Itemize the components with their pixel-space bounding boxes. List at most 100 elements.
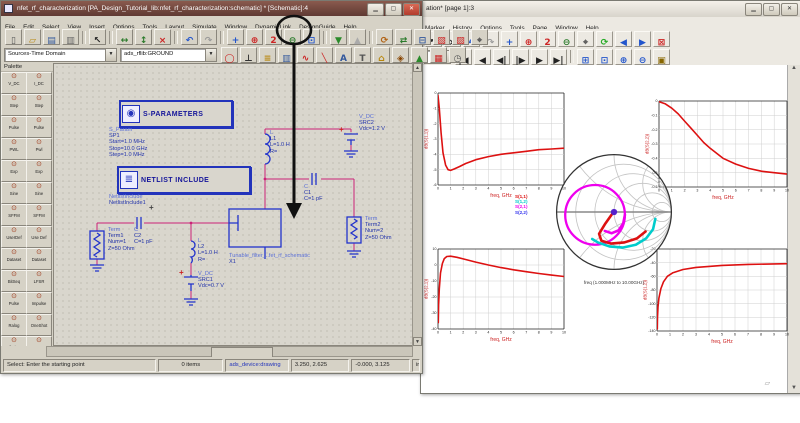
palette-item-v-dc[interactable]: ⊙V_DC: [1, 72, 27, 94]
page-next2-button[interactable]: |▶: [512, 49, 529, 65]
rotate-button[interactable]: ⟳: [376, 29, 393, 45]
zoom-out-button[interactable]: ⊖: [558, 31, 575, 47]
schematic-titlebar[interactable]: nfet_rf_characterization [PA_Design_Tuto…: [1, 1, 422, 16]
data-display-titlebar[interactable]: ation* [page 1]:3 ▁ ▢ ✕: [421, 1, 800, 18]
minimize-button[interactable]: ▁: [745, 3, 762, 16]
close-button[interactable]: ✕: [403, 3, 420, 16]
palette-item-sine[interactable]: ⊙Sine: [26, 182, 52, 204]
palette-item-pwl[interactable]: ⊙PWL: [1, 138, 27, 160]
palette-item-bitseq[interactable]: ⊙BitSeq: [1, 270, 27, 292]
view-all-button[interactable]: ⊞: [577, 49, 594, 65]
pan-button[interactable]: +: [227, 29, 244, 45]
palette-item-use-def[interactable]: ⊙Use Def: [26, 226, 52, 248]
palette-item-sffm[interactable]: ⊙SFFM: [1, 204, 27, 226]
palette-item-lfsr[interactable]: ⊙LFSR: [26, 270, 52, 292]
palette-item-step[interactable]: ⊙Step: [1, 94, 27, 116]
schematic-canvas[interactable]: [53, 63, 413, 346]
undo-button[interactable]: ↶: [181, 29, 198, 45]
canvas-vscrollbar[interactable]: ▲▼: [412, 63, 422, 346]
page-next-button[interactable]: ▶: [531, 49, 548, 65]
back-button[interactable]: ◀: [615, 31, 632, 47]
palette-item-impulse[interactable]: ⊙Impulse: [26, 292, 52, 314]
svg-text:freq, GHz: freq, GHz: [711, 339, 733, 345]
maximize-button[interactable]: ▢: [763, 3, 780, 16]
smith-legend: S(1,1)S(1,2)S(2,1)S(2,2): [515, 194, 528, 215]
palette-item-vtprbs[interactable]: ⊙VtPRBS: [26, 336, 52, 346]
palette-item-pwl[interactable]: ⊙Pwl: [26, 138, 52, 160]
palette-item-exp[interactable]: ⊙Exp: [26, 160, 52, 182]
restore-button[interactable]: ▨: [452, 29, 469, 45]
deactivate-button[interactable]: ▧: [433, 29, 450, 45]
mirror-button[interactable]: ⇄: [395, 29, 412, 45]
palette-item-exp[interactable]: ⊙Exp: [1, 160, 27, 182]
page-last-button[interactable]: ▶|: [550, 49, 567, 65]
print-button[interactable]: ▥: [62, 29, 79, 45]
fit-horizontal-button[interactable]: ↔: [116, 29, 133, 45]
var-button[interactable]: ≡: [259, 47, 276, 63]
save-design-button[interactable]: ▤: [43, 29, 60, 45]
zoom-magnifier-button[interactable]: ⌖: [471, 29, 488, 45]
zoom-point-button[interactable]: ⊕: [520, 31, 537, 47]
new-design-button[interactable]: ▯: [5, 29, 22, 45]
max-button[interactable]: ▦: [430, 47, 447, 63]
vtest-button[interactable]: ▲: [411, 47, 428, 63]
hierarchy-button[interactable]: ⊟: [414, 29, 431, 45]
maximize-button[interactable]: ▢: [385, 3, 402, 16]
palette-item-i-dc[interactable]: ⊙I_DC: [26, 72, 52, 94]
zoom-point-button[interactable]: ⊕: [246, 29, 263, 45]
palette-item-step[interactable]: ⊙Step: [26, 94, 52, 116]
refresh-button[interactable]: ⟳: [596, 31, 613, 47]
page-prev2-button[interactable]: ◀|: [493, 49, 510, 65]
wire-label-button[interactable]: A: [335, 47, 352, 63]
fit-vertical-button[interactable]: ↕: [135, 29, 152, 45]
palette-item-pulse[interactable]: ⊙Pulse: [1, 116, 27, 138]
palette-item-sine[interactable]: ⊙Sine: [1, 182, 27, 204]
zoom-out-x2-button[interactable]: ⊖: [284, 29, 301, 45]
pointer-button[interactable]: ↖: [89, 29, 106, 45]
component-history-dropdown[interactable]: ads_rflib:GROUND ▼: [120, 48, 217, 62]
palette-item-userdef[interactable]: ⊙UserDef: [1, 226, 27, 248]
palette-item-dataset[interactable]: ⊙Dataset: [26, 248, 52, 270]
r-l-button[interactable]: ∿: [297, 47, 314, 63]
view-in-button[interactable]: ⊕: [615, 49, 632, 65]
close-window-button[interactable]: ⊠: [653, 31, 670, 47]
palette-item-pulse[interactable]: ⊙Pulse: [1, 292, 27, 314]
view-out-button[interactable]: ⊖: [634, 49, 651, 65]
palette-item-dataset[interactable]: ⊙Dataset: [1, 248, 27, 270]
redo-button[interactable]: ↷: [200, 29, 217, 45]
clock-button[interactable]: ◷: [449, 47, 466, 63]
delete-button[interactable]: ×: [154, 29, 171, 45]
view-area-button[interactable]: ⊡: [596, 49, 613, 65]
palette-item-oneshot[interactable]: ⊙OneShot: [26, 314, 52, 336]
page-setup-button[interactable]: ▣: [653, 49, 670, 65]
zoom-area-button[interactable]: ⊡: [303, 29, 320, 45]
zoom-in-x2-button[interactable]: 2: [539, 31, 556, 47]
palette-item-pulse[interactable]: ⊙Pulse: [26, 116, 52, 138]
text-button[interactable]: T: [354, 47, 371, 63]
s-parameters-block[interactable]: ◉ S-PARAMETERS: [119, 100, 233, 128]
forward-button[interactable]: ▶: [634, 31, 651, 47]
minimize-button[interactable]: ▁: [367, 3, 384, 16]
port-button[interactable]: ◯: [221, 47, 238, 63]
zoom-in-x2-button[interactable]: 2: [265, 29, 282, 45]
svg-text:-40: -40: [431, 327, 436, 331]
display-template-button[interactable]: ▥: [278, 47, 295, 63]
netlist-include-block[interactable]: ≣ NETLIST INCLUDE: [117, 166, 251, 194]
stop-simulation-button[interactable]: ▲: [349, 29, 366, 45]
palette-category-dropdown[interactable]: Sources-Time Domain ▼: [4, 48, 117, 62]
palette-button[interactable]: ◈: [392, 47, 409, 63]
zoom-area-button[interactable]: ⌖: [577, 31, 594, 47]
pan-button[interactable]: +: [501, 31, 518, 47]
wire-button[interactable]: ╲: [316, 47, 333, 63]
library-button[interactable]: ⌂: [373, 47, 390, 63]
palette-item-ralog[interactable]: ⊙Ralog: [1, 314, 27, 336]
palette-item-clkjitter[interactable]: ⊙ClkJitter: [1, 336, 27, 346]
simulate-button[interactable]: ▼: [330, 29, 347, 45]
source-symbol-icon: ⊙: [2, 161, 26, 169]
canvas-hscrollbar[interactable]: [46, 346, 413, 357]
page-prev-button[interactable]: ◀: [474, 49, 491, 65]
open-design-button[interactable]: ▱: [24, 29, 41, 45]
close-button[interactable]: ✕: [781, 3, 798, 16]
palette-item-sffm[interactable]: ⊙SFFM: [26, 204, 52, 226]
ground-button[interactable]: ⊥: [240, 47, 257, 63]
